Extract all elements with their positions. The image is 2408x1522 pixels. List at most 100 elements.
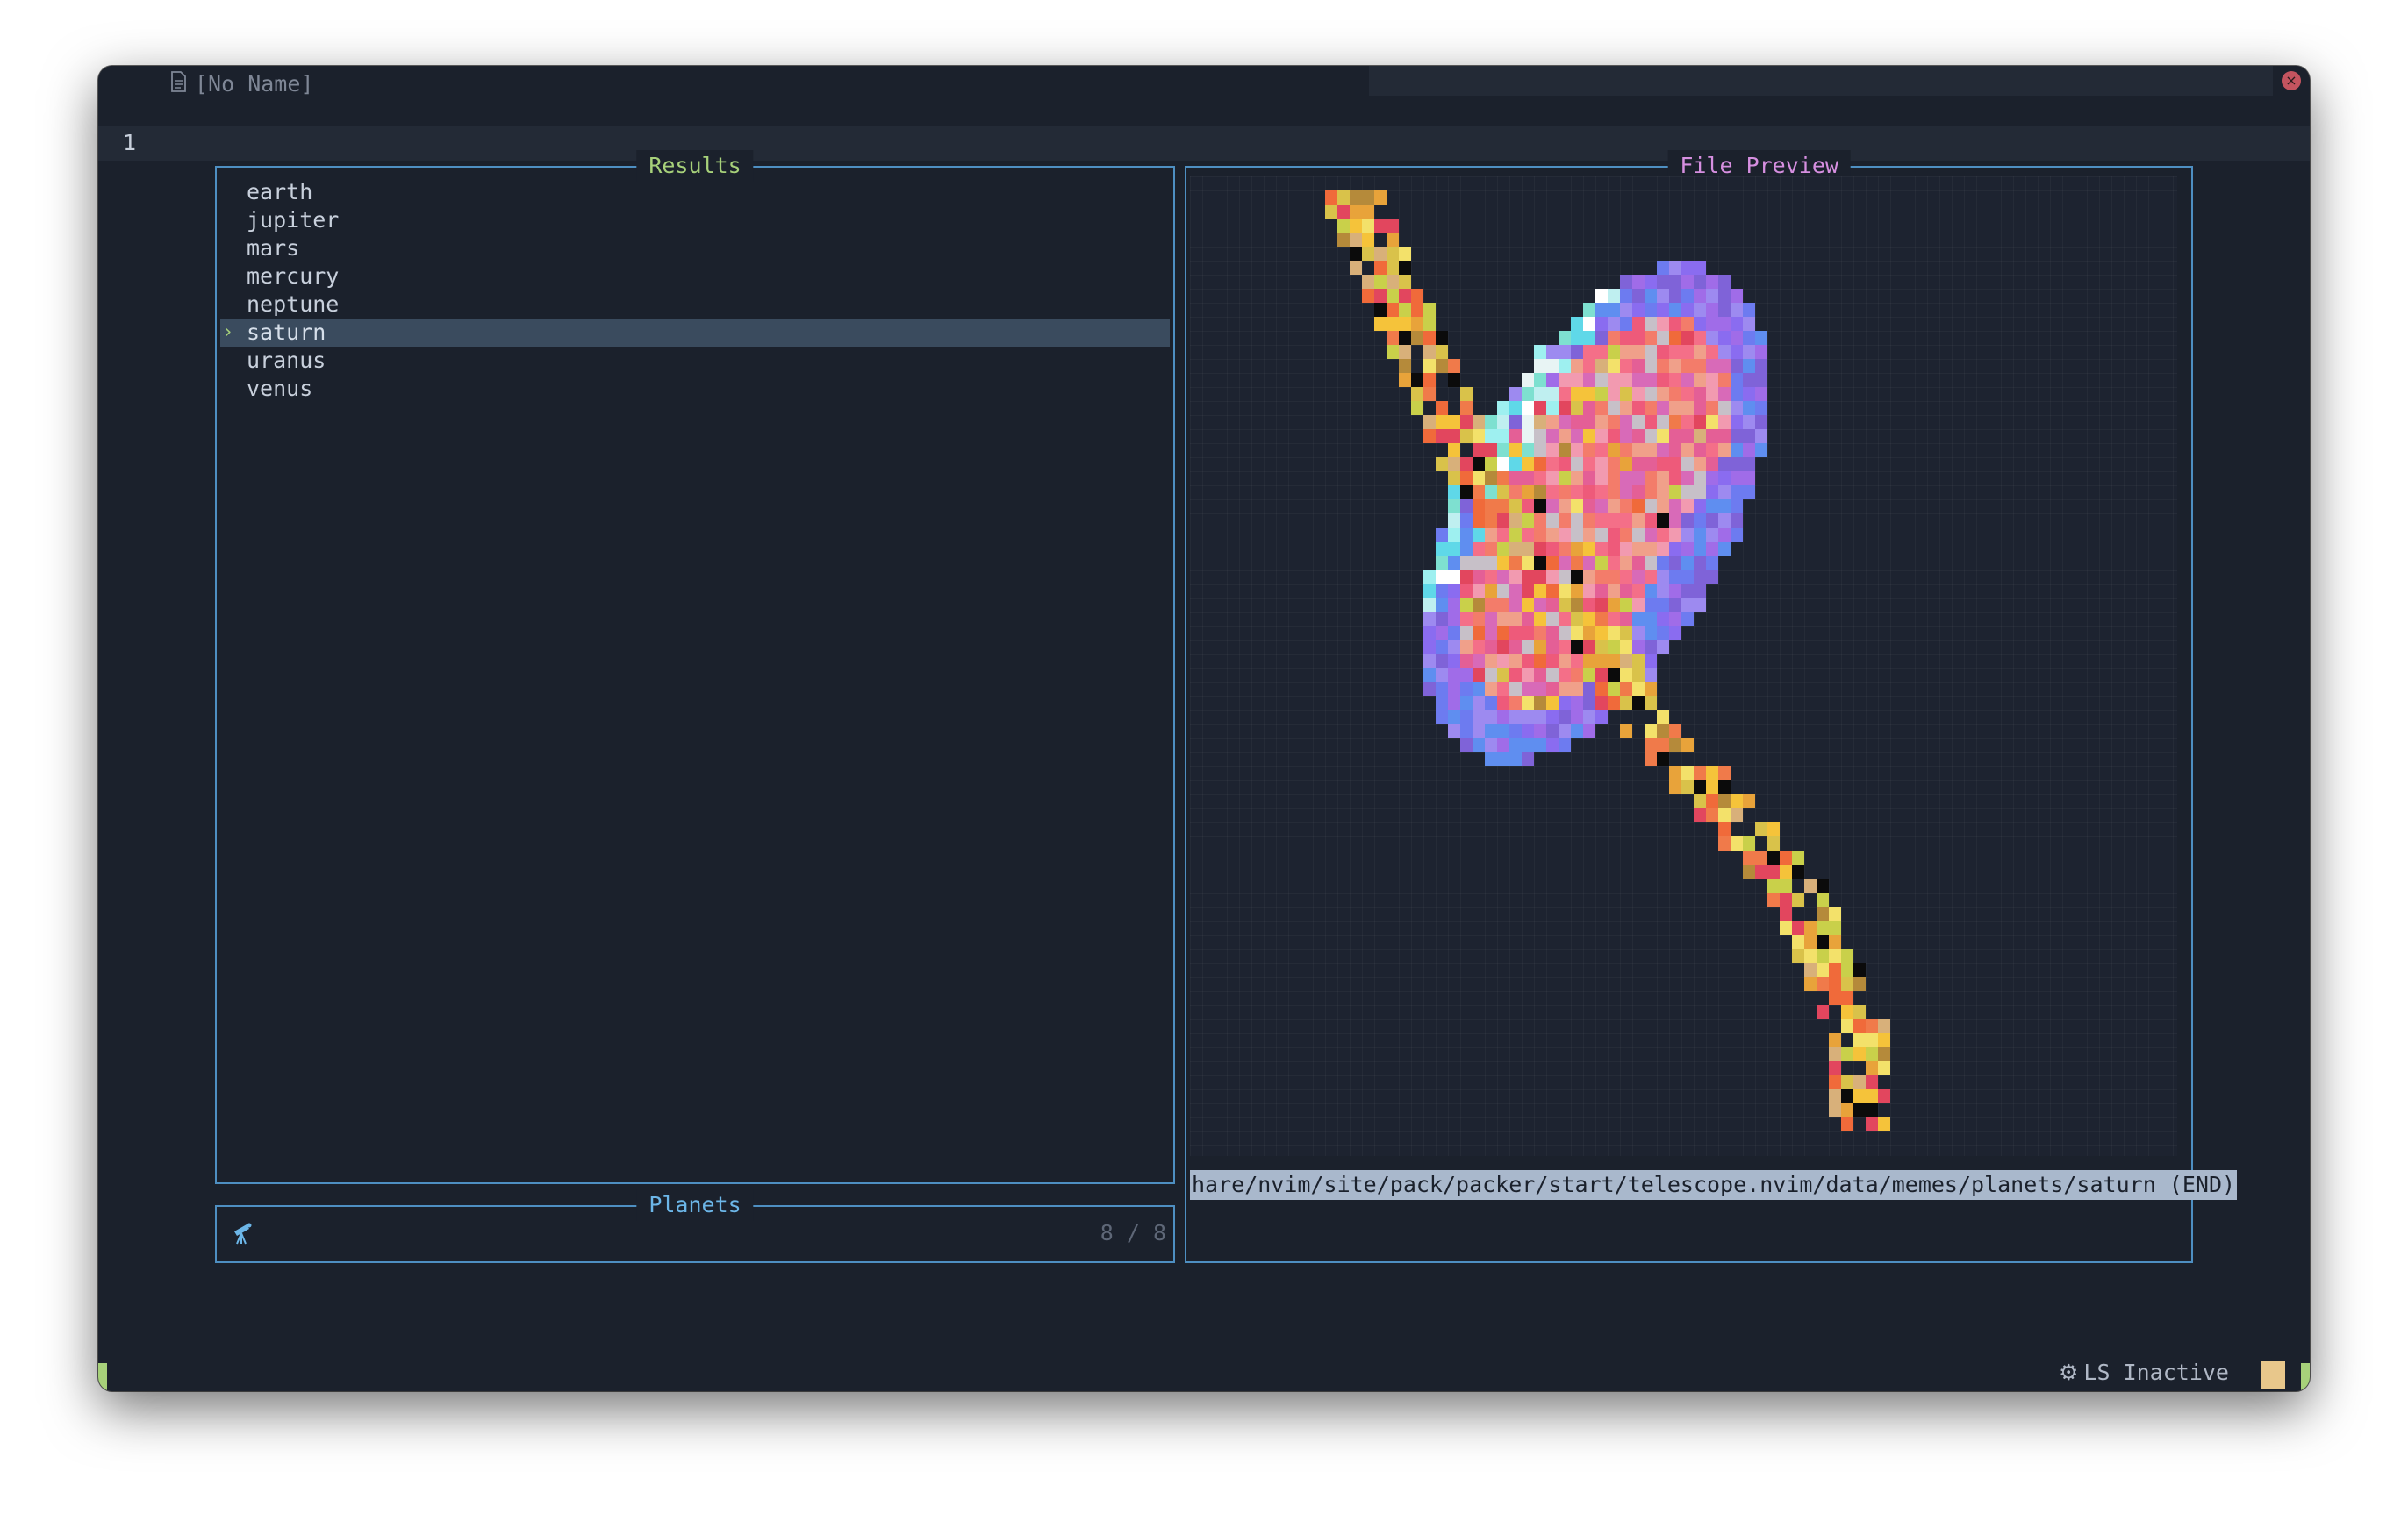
pixel xyxy=(1866,1019,1878,1033)
pixel xyxy=(1374,303,1387,317)
pixel xyxy=(1362,205,1374,219)
pixel xyxy=(1509,738,1522,752)
pixel xyxy=(1780,851,1792,865)
pixel xyxy=(1743,317,1755,331)
pixel xyxy=(1534,668,1546,682)
close-icon[interactable]: × xyxy=(2282,71,2301,90)
pixel xyxy=(1387,317,1399,331)
pixel xyxy=(1694,542,1706,556)
pixel xyxy=(1583,387,1595,401)
pixel xyxy=(1595,556,1608,570)
pixel xyxy=(1534,640,1546,654)
pixel xyxy=(1657,317,1669,331)
prompt-input[interactable] xyxy=(268,1216,1061,1253)
pixel xyxy=(1436,528,1448,542)
pixel xyxy=(1423,359,1436,373)
pixel xyxy=(1571,443,1583,457)
pixel xyxy=(1546,556,1559,570)
pixel xyxy=(1473,710,1485,724)
pixel xyxy=(1546,415,1559,429)
pixel xyxy=(1485,598,1497,612)
pixel xyxy=(1546,359,1559,373)
pixel xyxy=(1509,415,1522,429)
pixel xyxy=(1694,794,1706,808)
pixel xyxy=(1681,738,1694,752)
pixel xyxy=(1522,570,1534,584)
pixel xyxy=(1767,893,1780,907)
pixel xyxy=(1620,401,1632,415)
pixel xyxy=(1387,345,1399,359)
pixel xyxy=(1681,485,1694,499)
pixel xyxy=(1387,331,1399,345)
pixel xyxy=(1718,289,1731,303)
pixel xyxy=(1645,303,1657,317)
pixel xyxy=(1509,499,1522,513)
pixel xyxy=(1608,584,1620,598)
pixel xyxy=(1399,289,1411,303)
pixel xyxy=(1780,907,1792,921)
pixel xyxy=(1423,373,1436,387)
pixel xyxy=(1841,991,1853,1005)
pixel xyxy=(1632,317,1645,331)
result-item-uranus[interactable]: uranus xyxy=(220,347,1170,375)
pixel xyxy=(1473,584,1485,598)
pixel xyxy=(1374,317,1387,331)
pixel xyxy=(1374,247,1387,261)
result-label: saturn xyxy=(247,319,326,345)
saturn-pixel-art xyxy=(1325,190,1890,1131)
pixel xyxy=(1620,275,1632,289)
pixel xyxy=(1817,977,1829,991)
result-item-mercury[interactable]: mercury xyxy=(220,262,1170,291)
pixel xyxy=(1731,499,1743,513)
result-item-earth[interactable]: earth xyxy=(220,178,1170,206)
pixel xyxy=(1595,415,1608,429)
pixel xyxy=(1559,443,1571,457)
pixel xyxy=(1755,865,1767,879)
pixel xyxy=(1522,668,1534,682)
pixel xyxy=(1866,1089,1878,1103)
results-title: Results xyxy=(636,150,754,182)
pixel xyxy=(1497,457,1509,471)
pixel xyxy=(1595,303,1608,317)
pixel xyxy=(1411,401,1423,415)
pixel xyxy=(1460,528,1473,542)
pixel xyxy=(1362,233,1374,247)
pixel xyxy=(1387,303,1399,317)
pixel xyxy=(1436,598,1448,612)
pixel xyxy=(1657,345,1669,359)
pixel xyxy=(1559,401,1571,415)
buffer-tab-title[interactable]: [No Name] xyxy=(195,68,313,101)
pixel xyxy=(1657,528,1669,542)
pixel xyxy=(1473,724,1485,738)
pixel xyxy=(1559,331,1571,345)
pixel xyxy=(1706,401,1718,415)
ls-status[interactable]: ⚙ LS Inactive xyxy=(2059,1358,2229,1388)
result-item-jupiter[interactable]: jupiter xyxy=(220,206,1170,234)
pixel xyxy=(1546,513,1559,528)
result-item-saturn[interactable]: › saturn xyxy=(220,319,1170,347)
pixel xyxy=(1669,471,1681,485)
pixel xyxy=(1460,626,1473,640)
pixel xyxy=(1645,499,1657,513)
pixel xyxy=(1423,654,1436,668)
pixel xyxy=(1731,794,1743,808)
pixel xyxy=(1325,190,1337,205)
pixel xyxy=(1817,893,1829,907)
pixel xyxy=(1595,401,1608,415)
pixel xyxy=(1620,654,1632,668)
pixel xyxy=(1595,359,1608,373)
pixel xyxy=(1534,499,1546,513)
pixel xyxy=(1853,1075,1866,1089)
result-item-neptune[interactable]: neptune xyxy=(220,291,1170,319)
pixel xyxy=(1755,429,1767,443)
result-item-mars[interactable]: mars xyxy=(220,234,1170,262)
pixel xyxy=(1706,289,1718,303)
pixel xyxy=(1534,584,1546,598)
pixel xyxy=(1571,724,1583,738)
pixel xyxy=(1694,443,1706,457)
result-item-venus[interactable]: venus xyxy=(220,375,1170,403)
pixel xyxy=(1485,640,1497,654)
pixel xyxy=(1485,485,1497,499)
pixel xyxy=(1595,317,1608,331)
pixel xyxy=(1595,542,1608,556)
